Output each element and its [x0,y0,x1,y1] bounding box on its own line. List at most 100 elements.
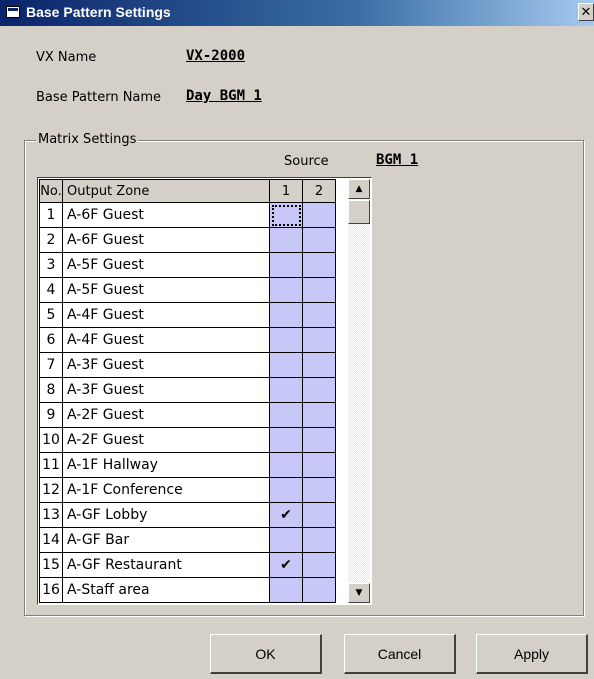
source-2-cell[interactable] [302,527,336,553]
output-zone-name: A-GF Restaurant [62,552,270,578]
source-1-cell[interactable] [269,402,303,428]
row-number: 13 [39,502,63,528]
row-number: 10 [39,427,63,453]
header-source-2[interactable]: 2 [302,179,336,203]
table-row[interactable]: 8 A-3F Guest [39,377,336,403]
table-row[interactable]: 4 A-5F Guest [39,277,336,303]
source-1-cell[interactable]: ✔ [269,552,303,578]
table-row[interactable]: 11 A-1F Hallway [39,452,336,478]
table-row[interactable]: 5 A-4F Guest [39,302,336,328]
source-1-cell[interactable] [269,227,303,253]
source-1-cell[interactable] [269,202,303,228]
table-row[interactable]: 12 A-1F Conference [39,477,336,503]
table-row[interactable]: 14 A-GF Bar [39,527,336,553]
scroll-thumb[interactable] [348,200,370,224]
output-zone-name: A-1F Conference [62,477,270,503]
source-2-cell[interactable] [302,402,336,428]
source-1-cell[interactable] [269,327,303,353]
source-2-cell[interactable] [302,552,336,578]
source-1-cell[interactable]: ✔ [269,502,303,528]
cancel-button[interactable]: Cancel [344,634,456,674]
row-number: 11 [39,452,63,478]
output-zone-name: A-1F Hallway [62,452,270,478]
source-2-cell[interactable] [302,327,336,353]
scroll-down-button[interactable]: ▼ [348,583,370,603]
table-row[interactable]: 1 A-6F Guest [39,202,336,228]
output-zone-name: A-6F Guest [62,227,270,253]
header-row: No. Output Zone 1 2 [39,179,336,203]
source-2-cell[interactable] [302,202,336,228]
row-number: 6 [39,327,63,353]
source-1-cell[interactable] [269,477,303,503]
source-1-cell[interactable] [269,427,303,453]
output-zone-name: A-2F Guest [62,402,270,428]
source-2-cell[interactable] [302,577,336,603]
matrix-table: No. Output Zone 1 2 1 A-6F Guest 2 A-6F Gue… [39,179,336,603]
table-row[interactable]: 9 A-2F Guest [39,402,336,428]
source-2-cell[interactable] [302,427,336,453]
source-1-cell[interactable] [269,527,303,553]
vx-name-label: VX Name [36,50,97,65]
table-row[interactable]: 3 A-5F Guest [39,252,336,278]
header-no: No. [39,179,63,203]
row-number: 16 [39,577,63,603]
source-1-cell[interactable] [269,302,303,328]
table-row[interactable]: 10 A-2F Guest [39,427,336,453]
vx-name-value: VX-2000 [186,48,246,64]
output-zone-name: A-6F Guest [62,202,270,228]
table-row[interactable]: 13 A-GF Lobby ✔ [39,502,336,528]
base-pattern-label: Base Pattern Name [36,90,162,105]
row-number: 2 [39,227,63,253]
matrix-settings-label: Matrix Settings [36,132,139,147]
title-bar: Base Pattern Settings ✕ [0,0,594,26]
table-row[interactable]: 16 A-Staff area [39,577,336,603]
matrix-scrollbar[interactable]: ▲ ▼ [348,179,370,603]
source-2-cell[interactable] [302,477,336,503]
row-number: 5 [39,302,63,328]
output-zone-name: A-4F Guest [62,327,270,353]
source-2-cell[interactable] [302,302,336,328]
matrix-grid: No. Output Zone 1 2 1 A-6F Guest 2 A-6F Gue… [37,177,372,605]
source-value: BGM 1 [376,152,419,168]
row-number: 14 [39,527,63,553]
source-1-cell[interactable] [269,377,303,403]
output-zone-name: A-Staff area [62,577,270,603]
output-zone-name: A-GF Lobby [62,502,270,528]
output-zone-name: A-3F Guest [62,352,270,378]
source-2-cell[interactable] [302,252,336,278]
close-button[interactable]: ✕ [578,3,594,21]
row-number: 4 [39,277,63,303]
table-row[interactable]: 6 A-4F Guest [39,327,336,353]
source-1-cell[interactable] [269,252,303,278]
base-pattern-value: Day BGM 1 [186,88,262,104]
output-zone-name: A-GF Bar [62,527,270,553]
source-1-cell[interactable] [269,452,303,478]
row-number: 9 [39,402,63,428]
header-source-1[interactable]: 1 [269,179,303,203]
header-output-zone: Output Zone [62,179,270,203]
source-2-cell[interactable] [302,277,336,303]
table-row[interactable]: 7 A-3F Guest [39,352,336,378]
window-title: Base Pattern Settings [26,4,171,20]
source-2-cell[interactable] [302,352,336,378]
output-zone-name: A-3F Guest [62,377,270,403]
source-1-cell[interactable] [269,352,303,378]
source-2-cell[interactable] [302,377,336,403]
scroll-up-button[interactable]: ▲ [348,179,370,199]
source-label: Source [284,154,329,169]
apply-button[interactable]: Apply [476,634,588,674]
source-1-cell[interactable] [269,277,303,303]
row-number: 3 [39,252,63,278]
output-zone-name: A-5F Guest [62,252,270,278]
source-2-cell[interactable] [302,452,336,478]
source-2-cell[interactable] [302,502,336,528]
table-row[interactable]: 2 A-6F Guest [39,227,336,253]
row-number: 12 [39,477,63,503]
ok-button[interactable]: OK [210,634,322,674]
source-1-cell[interactable] [269,577,303,603]
row-number: 15 [39,552,63,578]
table-row[interactable]: 15 A-GF Restaurant ✔ [39,552,336,578]
window-icon [6,6,20,18]
row-number: 8 [39,377,63,403]
source-2-cell[interactable] [302,227,336,253]
